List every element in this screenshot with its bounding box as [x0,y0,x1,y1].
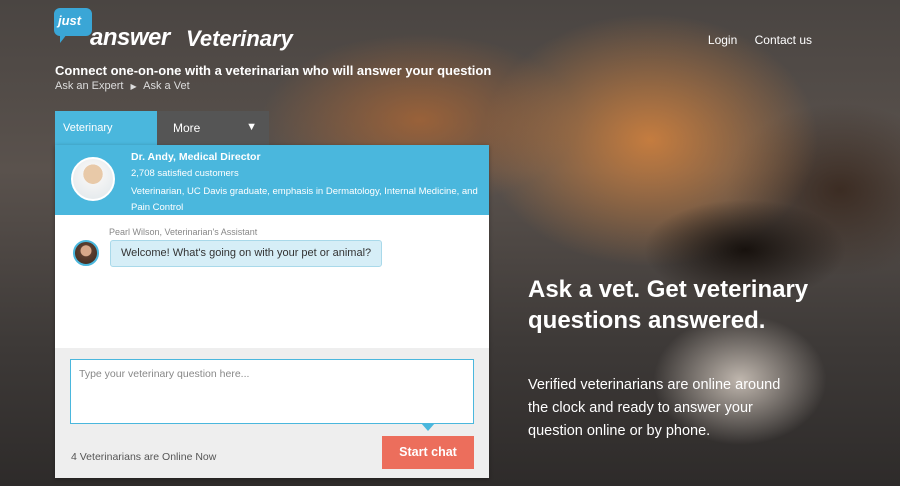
hero-title: Ask a vet. Get veterinary questions answ… [528,276,809,334]
expert-name: Dr. Andy, Medical Director [131,151,261,163]
login-link[interactable]: Login [708,33,737,47]
question-input[interactable]: Type your veterinary question here... [70,359,474,431]
assistant-label: Pearl Wilson, Veterinarian's Assistant [109,227,258,237]
logo-product: Veterinary [186,26,293,51]
caret-right-icon: ▶ [130,82,137,91]
hero-body: Verified veterinarians are online around… [528,377,781,439]
expert-header: Dr. Andy, Medical Director 2,708 satisfi… [55,145,489,215]
breadcrumb: Ask an Expert ▶ Ask a Vet [55,80,190,92]
assistant-message: Welcome! What's going on with your pet o… [110,240,383,267]
logo-just: just [58,13,82,28]
breadcrumb-ask-expert[interactable]: Ask an Expert [55,80,123,92]
breadcrumb-ask-vet[interactable]: Ask a Vet [143,80,189,92]
category-tabs: Veterinary More ▼ [55,111,269,145]
tab-veterinary[interactable]: Veterinary [55,111,157,145]
logo-answer: answer [90,24,170,51]
triangle-down-icon: ▼ [246,121,257,133]
chat-widget: Dr. Andy, Medical Director 2,708 satisfi… [55,145,489,478]
online-status: 4 Veterinarians are Online Now [71,451,217,463]
compose-area: Type your veterinary question here... 4 … [55,348,489,478]
tab-more[interactable]: More ▼ [157,111,269,145]
justanswer-logo[interactable]: just answer Veterinary [54,8,314,54]
assistant-avatar [73,240,99,266]
tagline: Connect one-on-one with a veterinarian w… [55,63,492,78]
expert-customers: 2,708 satisfied customers [131,168,239,179]
start-chat-button[interactable]: Start chat [382,436,474,469]
top-nav: Login Contact us [694,33,812,47]
expert-description: Veterinarian, UC Davis graduate, emphasi… [131,186,478,213]
expert-avatar [71,157,115,201]
contact-link[interactable]: Contact us [755,33,812,47]
tab-more-label: More [173,121,201,135]
